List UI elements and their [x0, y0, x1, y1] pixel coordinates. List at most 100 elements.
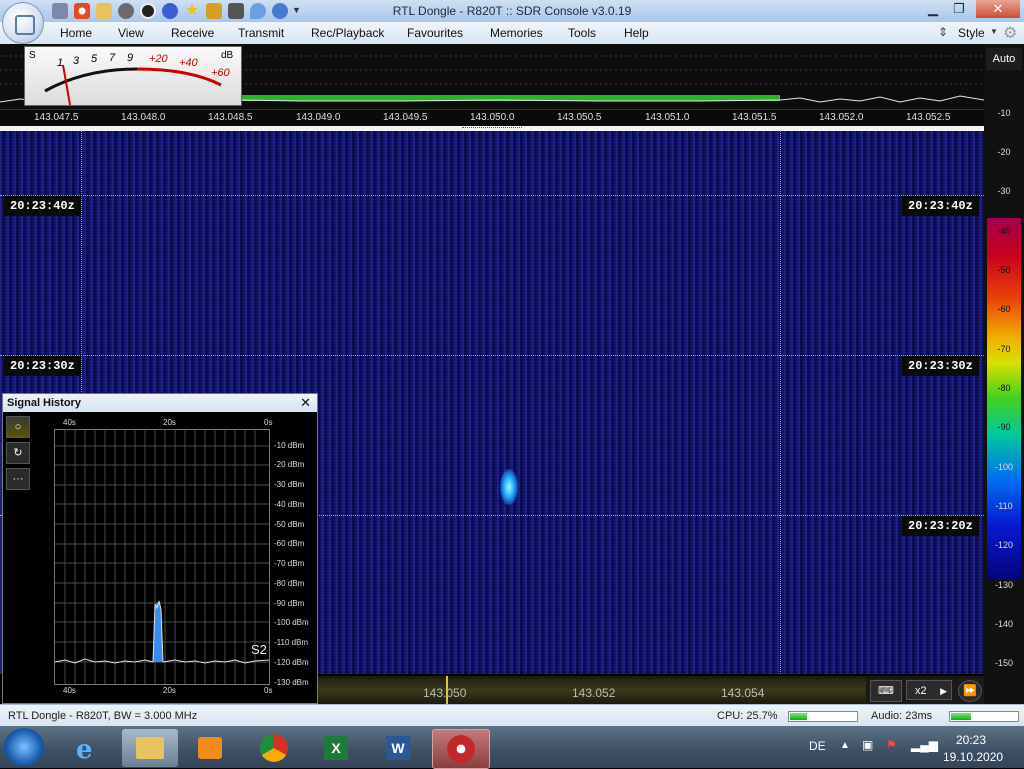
history-dbm-tick: -120 dBm	[274, 658, 309, 667]
media-player-icon	[198, 737, 222, 759]
device-status: RTL Dongle - R820T, BW = 3.000 MHz	[8, 710, 198, 722]
audio-buffer-bar	[949, 711, 1019, 722]
taskbar-excel[interactable]: X	[308, 729, 364, 767]
lock-icon[interactable]	[206, 3, 222, 19]
menu-home[interactable]: Home	[60, 26, 92, 40]
style-menu[interactable]: Style	[958, 26, 985, 40]
menu-view[interactable]: View	[118, 26, 144, 40]
db-tick: -30	[997, 186, 1011, 196]
signal-history-close-button[interactable]: ✕	[300, 395, 311, 411]
flag-tray-icon[interactable]: ⚑	[886, 738, 897, 752]
device-tray-icon[interactable]: ▣	[862, 738, 873, 752]
menu-help[interactable]: Help	[624, 26, 649, 40]
style-dropdown-icon[interactable]: ▼	[990, 27, 998, 36]
frequency-scale[interactable]: 143.047.5 143.048.0 143.048.5 143.049.0 …	[0, 109, 984, 126]
taskbar-sdr-console[interactable]	[432, 729, 490, 769]
taskbar-word[interactable]: W	[370, 729, 426, 767]
db-tick: -130	[994, 580, 1013, 590]
taskbar-chrome[interactable]	[246, 729, 302, 767]
signal-history-grid	[55, 430, 269, 684]
freq-tick: 143.050.5	[557, 112, 602, 123]
clock-time[interactable]: 20:23	[956, 733, 986, 747]
chrome-icon	[260, 734, 288, 762]
start-button[interactable]	[4, 728, 44, 766]
close-button[interactable]: ✕	[976, 0, 1020, 18]
maximize-button[interactable]: ❐	[946, 0, 972, 18]
clock-date[interactable]: 19.10.2020	[943, 750, 1003, 764]
excel-icon: X	[324, 736, 348, 760]
bottom-freq-tick: 143.050	[423, 686, 467, 700]
cpu-usage-bar	[788, 711, 858, 722]
word-icon: W	[386, 736, 410, 760]
fast-forward-icon: ⏩	[963, 685, 977, 697]
history-time-label: 0s	[264, 686, 273, 695]
play-icon[interactable]	[118, 3, 134, 19]
timestamp-label: 20:23:30z	[4, 356, 81, 376]
history-dbm-tick: -30 dBm	[274, 480, 305, 489]
freq-tick: 143.049.5	[383, 112, 428, 123]
bottom-freq-tick: 143.052	[572, 686, 616, 700]
menu-tools[interactable]: Tools	[568, 26, 596, 40]
settings-gear-icon[interactable]: ⚙	[1003, 23, 1017, 43]
menu-receive[interactable]: Receive	[171, 26, 214, 40]
history-time-label: 0s	[264, 418, 273, 427]
timestamp-label: 20:23:40z	[902, 196, 979, 216]
star-icon[interactable]: ★	[184, 3, 200, 19]
db-tick: -150	[994, 658, 1013, 668]
history-time-label: 20s	[163, 686, 176, 695]
bottom-freq-tick: 143.054	[721, 686, 765, 700]
timestamp-label: 20:23:20z	[902, 516, 979, 536]
taskbar-media-player[interactable]	[182, 729, 238, 767]
freq-tick: 143.051.0	[645, 112, 690, 123]
waterfall-grid-line	[0, 195, 984, 196]
playback-forward-button[interactable]: ⏩	[958, 680, 982, 702]
history-dbm-tick: -70 dBm	[274, 559, 305, 568]
show-hidden-icons-icon[interactable]: ▲	[840, 740, 850, 751]
network-signal-icon[interactable]: ▂▄▆	[911, 738, 938, 752]
taskbar-file-explorer[interactable]	[122, 729, 178, 767]
history-time-label: 40s	[63, 686, 76, 695]
record-history-button[interactable]: ○	[6, 416, 30, 438]
quick-access-dropdown-icon[interactable]: ▼	[292, 5, 301, 15]
history-dbm-tick: -20 dBm	[274, 460, 305, 469]
menu-rec-playback[interactable]: Rec/Playback	[311, 26, 384, 40]
cpu-usage-fill	[790, 713, 807, 720]
timestamp-label: 20:23:40z	[4, 196, 81, 216]
zoom-button[interactable]: x2 ▶	[906, 680, 952, 700]
db-tick: -110	[995, 501, 1013, 511]
freq-tick: 143.048.5	[208, 112, 253, 123]
keyboard-icon: ⌨	[878, 685, 894, 697]
history-time-label: 20s	[163, 418, 176, 427]
reset-history-button[interactable]: ↻	[6, 442, 30, 464]
app-logo-icon	[15, 15, 35, 35]
freq-tick: 143.051.5	[732, 112, 777, 123]
folder-icon	[136, 737, 164, 759]
menu-memories[interactable]: Memories	[490, 26, 543, 40]
minimize-button[interactable]: ▁	[920, 0, 946, 18]
signal-blob	[500, 469, 518, 505]
db-tick: -80	[997, 383, 1011, 393]
auto-button[interactable]: Auto	[986, 48, 1022, 70]
camera-icon[interactable]	[228, 3, 244, 19]
zoom-label: x2	[915, 685, 927, 697]
menu-transmit[interactable]: Transmit	[238, 26, 284, 40]
menu-favourites[interactable]: Favourites	[407, 26, 463, 40]
refresh-icon[interactable]	[272, 3, 288, 19]
cpu-status: CPU: 25.7%	[717, 710, 778, 722]
freq-tick: 143.049.0	[296, 112, 341, 123]
history-dbm-tick: -40 dBm	[274, 500, 305, 509]
language-indicator[interactable]: DE	[809, 739, 826, 753]
lifebuoy-icon[interactable]	[74, 3, 90, 19]
taskbar-internet-explorer[interactable]: e	[62, 729, 118, 767]
keyboard-button[interactable]: ⌨	[870, 680, 902, 702]
history-options-button[interactable]: ···	[6, 468, 30, 490]
bottom-frequency-bar[interactable]: 143.050 143.052 143.054	[318, 676, 866, 704]
stop-icon[interactable]	[140, 3, 156, 19]
app-menu-button[interactable]	[2, 2, 44, 44]
folder-icon[interactable]	[96, 3, 112, 19]
circle-icon: ○	[14, 421, 22, 433]
antenna-icon[interactable]	[250, 3, 266, 19]
history-dbm-tick: -130 dBm	[274, 678, 309, 687]
add-icon[interactable]	[162, 3, 178, 19]
home-icon[interactable]	[52, 3, 68, 19]
